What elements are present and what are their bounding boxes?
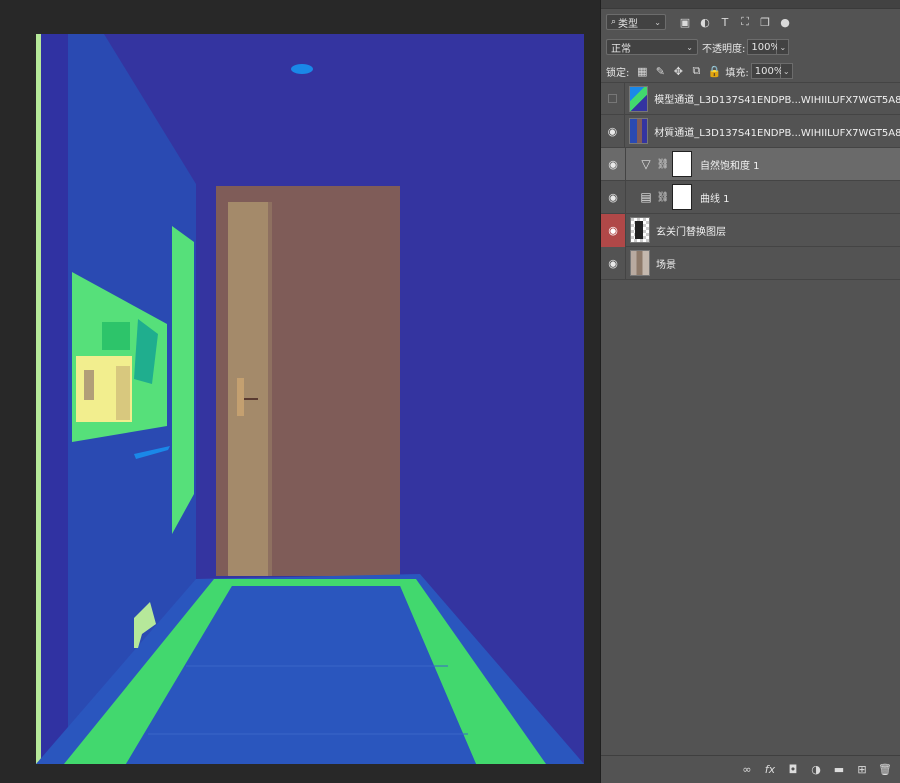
layer-material-channel[interactable]: ◉ 材質通道_L3D137S41ENDPB...WIHIILUFX7WGT5A8… (601, 114, 900, 148)
link-icon[interactable]: ⛓ (657, 192, 670, 203)
image-filter-icon[interactable]: ▣ (678, 15, 692, 29)
layer-name[interactable]: 自然饱和度 1 (700, 157, 760, 172)
eye-icon: ◉ (608, 157, 618, 171)
layer-curves[interactable]: ◉ ▤ ⛓ 曲线 1 (601, 180, 900, 214)
scene-image (36, 34, 584, 764)
photoshop-window: ⌕ 类型 ⌄ ▣ ◐ T ⛶ ❐ ● 正常 ⌄ 不透明度: 100% ⌄ 锁定:… (0, 0, 900, 783)
layer-name[interactable]: 材質通道_L3D137S41ENDPB...WIHIILUFX7WGT5A8.0 (654, 124, 900, 139)
shape-filter-icon[interactable]: ⛶ (738, 15, 752, 29)
panel-tab-strip (601, 0, 900, 9)
visibility-toggle[interactable]: ◉ (601, 246, 626, 280)
layer-thumbnail (630, 217, 650, 243)
visibility-toggle[interactable]: ◉ (601, 180, 626, 214)
eye-icon: ◉ (608, 223, 618, 237)
lock-label: 锁定: (606, 67, 630, 79)
fill-input[interactable]: 100% (750, 63, 783, 79)
lock-row: 锁定: ▦ ✎ ✥ ⧉ 🔒 填充: 100% ⌄ (601, 62, 900, 80)
chevron-down-icon: ⌄ (686, 42, 693, 52)
visibility-toggle[interactable]: ◉ (601, 213, 626, 247)
visibility-toggle[interactable]: ◉ (601, 147, 626, 181)
layer-name[interactable]: 曲线 1 (700, 190, 730, 205)
layer-model-channel[interactable]: 模型通道_L3D137S41ENDPB...WIHIILUFX7WGT5A8.0 (601, 82, 900, 115)
layer-name[interactable]: 玄关门替换图层 (656, 223, 726, 238)
layer-name[interactable]: 场景 (656, 256, 676, 271)
layer-scene[interactable]: ◉ 场景 (601, 246, 900, 280)
chevron-down-icon: ⌄ (654, 17, 661, 27)
fill-label: 填充: (725, 67, 749, 79)
canvas-area[interactable] (0, 0, 598, 783)
smart-object-filter-icon[interactable]: ❐ (758, 15, 772, 29)
hidden-box-icon (607, 94, 617, 103)
layer-thumbnail (628, 85, 649, 112)
link-icon[interactable]: ⛓ (657, 159, 670, 170)
blend-row: 正常 ⌄ 不透明度: 100% ⌄ (601, 38, 900, 56)
lock-transparency-icon[interactable]: ▦ (635, 64, 649, 78)
eye-icon: ◉ (608, 190, 618, 204)
folder-icon[interactable]: ▬ (832, 763, 846, 777)
new-layer-icon[interactable]: ⊞ (855, 763, 869, 777)
layer-thumbnail (630, 250, 650, 276)
fill-dropdown[interactable]: ⌄ (780, 63, 793, 79)
filter-kind-dropdown[interactable]: ⌕ 类型 ⌄ (606, 14, 666, 30)
layer-vibrance[interactable]: ◉ ▽ ⛓ 自然饱和度 1 (601, 147, 900, 181)
opacity-dropdown[interactable]: ⌄ (777, 39, 790, 55)
layer-filter-row: ⌕ 类型 ⌄ ▣ ◐ T ⛶ ❐ ● (601, 13, 900, 31)
vibrance-adjustment-icon: ▽ (641, 157, 651, 171)
trash-icon[interactable]: 🗑 (878, 763, 892, 777)
layer-mask-thumbnail[interactable] (672, 184, 692, 210)
opacity-label: 不透明度: (702, 43, 746, 55)
visibility-toggle[interactable]: ◉ (601, 114, 625, 148)
fx-icon[interactable]: fx (763, 763, 777, 777)
document-canvas[interactable] (36, 34, 584, 764)
layer-entrance-door-replace[interactable]: ◉ 玄关门替换图层 (601, 213, 900, 247)
link-layers-icon[interactable]: ∞ (740, 763, 754, 777)
layer-name[interactable]: 模型通道_L3D137S41ENDPB...WIHIILUFX7WGT5A8.0 (654, 91, 900, 106)
layers-panel: ⌕ 类型 ⌄ ▣ ◐ T ⛶ ❐ ● 正常 ⌄ 不透明度: 100% ⌄ 锁定:… (600, 0, 900, 783)
add-mask-icon[interactable]: ◘ (786, 763, 800, 777)
visibility-toggle[interactable] (601, 82, 625, 115)
curves-adjustment-icon: ▤ (640, 190, 652, 204)
lock-pixels-icon[interactable]: ✎ (653, 64, 667, 78)
lock-all-icon[interactable]: 🔒 (707, 64, 722, 78)
eye-icon: ◉ (607, 124, 618, 138)
eye-icon: ◉ (608, 256, 618, 270)
layer-thumbnail (628, 118, 649, 144)
adjustment-layer-icon[interactable]: ◑ (809, 763, 823, 777)
adjustment-filter-icon[interactable]: ◐ (698, 15, 712, 29)
layer-mask-thumbnail[interactable] (672, 151, 692, 177)
search-icon: ⌕ (611, 17, 617, 27)
lock-position-icon[interactable]: ✥ (671, 64, 685, 78)
filter-toggle-icon[interactable]: ● (778, 15, 792, 29)
lock-artboard-icon[interactable]: ⧉ (689, 64, 703, 78)
blend-mode-dropdown[interactable]: 正常 ⌄ (606, 39, 698, 55)
type-filter-icon[interactable]: T (718, 15, 732, 29)
layer-list: 模型通道_L3D137S41ENDPB...WIHIILUFX7WGT5A8.0… (601, 82, 900, 280)
opacity-input[interactable]: 100% (747, 39, 780, 55)
layers-panel-footer: ∞ fx ◘ ◑ ▬ ⊞ 🗑 (601, 755, 900, 783)
